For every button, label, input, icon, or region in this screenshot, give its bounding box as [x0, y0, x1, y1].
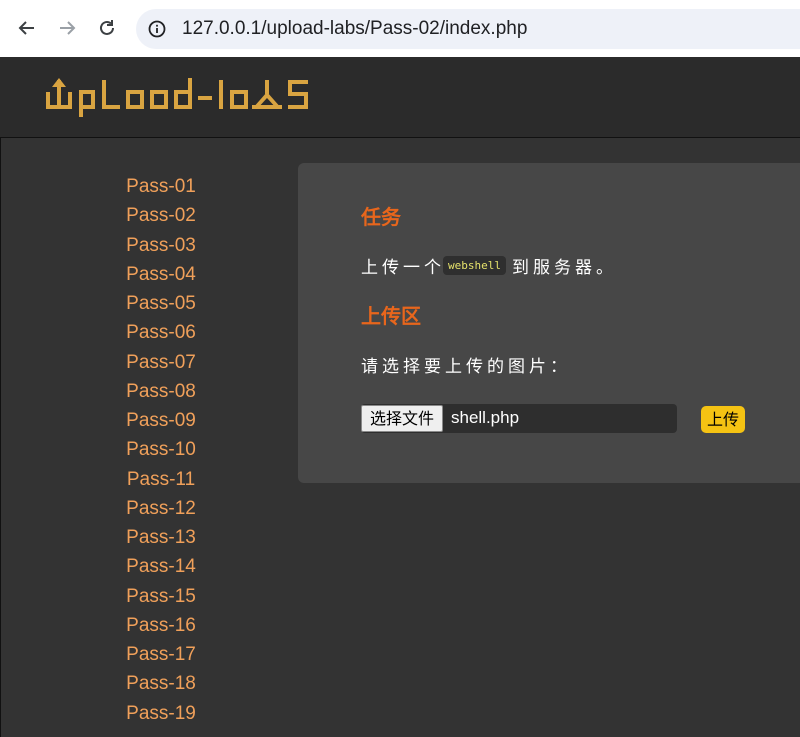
sidebar-item-pass-19[interactable]: Pass-19	[1, 699, 321, 728]
sidebar-item-pass-12[interactable]: Pass-12	[1, 494, 321, 523]
reload-icon[interactable]	[93, 14, 121, 42]
sidebar-item-pass-06[interactable]: Pass-06	[1, 318, 321, 347]
info-icon[interactable]	[148, 20, 166, 38]
sidebar-item-pass-16[interactable]: Pass-16	[1, 611, 321, 640]
sidebar-item-pass-08[interactable]: Pass-08	[1, 377, 321, 406]
sidebar-item-pass-03[interactable]: Pass-03	[1, 231, 321, 260]
sidebar-item-pass-11[interactable]: Pass-11	[1, 465, 321, 494]
site-header	[0, 57, 800, 138]
forward-arrow-icon[interactable]	[53, 14, 81, 42]
back-arrow-icon[interactable]	[13, 14, 41, 42]
sidebar-item-pass-13[interactable]: Pass-13	[1, 523, 321, 552]
sidebar-item-pass-07[interactable]: Pass-07	[1, 348, 321, 377]
sidebar-item-pass-09[interactable]: Pass-09	[1, 406, 321, 435]
file-input[interactable]: 选择文件 shell.php	[361, 404, 677, 433]
task-suffix: 到服务器。	[511, 258, 617, 278]
sidebar-item-pass-01[interactable]: Pass-01	[1, 172, 321, 201]
task-heading: 任务	[361, 205, 401, 229]
sidebar-item-pass-02[interactable]: Pass-02	[1, 201, 321, 230]
upload-button[interactable]: 上传	[701, 406, 746, 433]
choose-file-button[interactable]: 选择文件	[361, 405, 444, 432]
address-bar[interactable]: 127.0.0.1/upload-labs/Pass-02/index.php	[136, 9, 800, 49]
sidebar-item-pass-05[interactable]: Pass-05	[1, 289, 321, 318]
sidebar-item-pass-10[interactable]: Pass-10	[1, 435, 321, 464]
task-panel: 任务 上传一个 webshell 到服务器。 上传区 请选择要上传的图片： 选择…	[298, 163, 800, 483]
sidebar-item-pass-14[interactable]: Pass-14	[1, 552, 321, 581]
site-logo[interactable]	[44, 72, 334, 124]
sidebar-item-pass-18[interactable]: Pass-18	[1, 669, 321, 698]
upload-prompt: 请选择要上传的图片：	[361, 357, 571, 377]
task-description: 上传一个 webshell 到服务器。	[361, 253, 617, 278]
url-text[interactable]: 127.0.0.1/upload-labs/Pass-02/index.php	[182, 18, 527, 40]
sidebar-item-pass-15[interactable]: Pass-15	[1, 582, 321, 611]
logo-glyphs	[46, 78, 308, 117]
sidebar-item-pass-17[interactable]: Pass-17	[1, 640, 321, 669]
sidebar: Pass-01 Pass-02 Pass-03 Pass-04 Pass-05 …	[0, 138, 298, 737]
selected-file-name: shell.php	[451, 408, 520, 427]
webshell-code: webshell	[443, 256, 506, 275]
pass-nav-list: Pass-01 Pass-02 Pass-03 Pass-04 Pass-05 …	[1, 172, 299, 728]
browser-toolbar: 127.0.0.1/upload-labs/Pass-02/index.php	[0, 0, 800, 57]
sidebar-item-pass-04[interactable]: Pass-04	[1, 260, 321, 289]
upload-heading: 上传区	[361, 304, 421, 328]
task-prefix: 上传一个	[361, 258, 445, 278]
